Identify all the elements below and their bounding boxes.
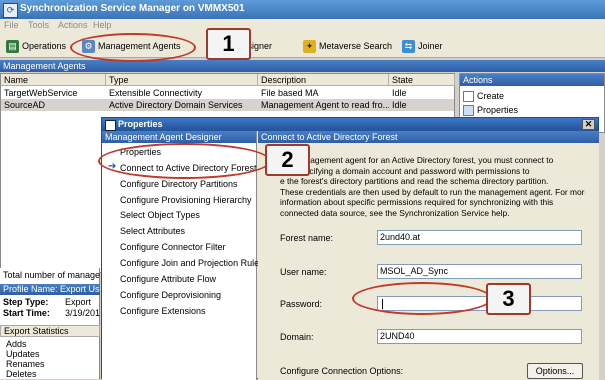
dialog-icon <box>105 120 116 131</box>
callout-ellipse-connect-forest <box>98 143 271 179</box>
domain-label: Domain: <box>280 332 314 342</box>
nav-item-directory-partitions[interactable]: Configure Directory Partitions <box>120 178 238 190</box>
nav-header: Management Agent Designer <box>102 131 256 143</box>
create-icon <box>463 91 474 102</box>
step-type-value: Export <box>65 297 92 307</box>
properties-icon <box>463 105 474 116</box>
action-create[interactable]: Create <box>463 90 504 102</box>
start-time-value: 3/19/201 <box>65 308 100 318</box>
nav-item-object-types[interactable]: Select Object Types <box>120 209 200 221</box>
menu-file[interactable]: File <box>4 20 19 30</box>
nav-item-deprovisioning[interactable]: Configure Deprovisioning <box>120 289 221 301</box>
dialog-title: Properties <box>118 119 163 129</box>
nav-item-extensions[interactable]: Configure Extensions <box>120 305 206 317</box>
domain-input[interactable]: 2UND40 <box>377 329 582 344</box>
dialog-title-bar: Properties <box>102 118 598 131</box>
run-details-pane: Total number of managem Profile Name: Ex… <box>0 268 100 379</box>
col-description[interactable]: Description <box>258 74 389 86</box>
nav-item-connector-filter[interactable]: Configure Connector Filter <box>120 241 226 253</box>
nav-item-attributes[interactable]: Select Attributes <box>120 225 185 237</box>
total-label: Total number of managem <box>3 270 100 280</box>
password-label: Password: <box>280 299 323 309</box>
user-name-label: User name: <box>280 267 327 277</box>
menu-tools[interactable]: Tools <box>28 20 49 30</box>
callout-number-3: 3 <box>486 283 531 315</box>
metaverse-search-button[interactable]: ✦ Metaverse Search <box>303 38 392 54</box>
joiner-icon: ⇆ <box>402 40 415 54</box>
forest-name-label: Forest name: <box>280 233 334 243</box>
start-time-label: Start Time: <box>3 308 50 318</box>
col-state[interactable]: State <box>389 74 455 86</box>
window-title: Synchronization Service Manager on VMMX5… <box>20 3 245 14</box>
options-button[interactable]: Options... <box>527 363 583 379</box>
stat-updates: Updates <box>6 349 40 359</box>
menu-bar: File Tools Actions Help <box>0 19 605 33</box>
metaverse-search-icon: ✦ <box>303 40 316 54</box>
col-type[interactable]: Type <box>106 74 258 86</box>
nav-item-attribute-flow[interactable]: Configure Attribute Flow <box>120 273 216 285</box>
callout-number-2: 2 <box>265 144 310 176</box>
stat-deletes: Deletes <box>6 369 37 379</box>
callout-ellipse-management-agents <box>70 33 196 62</box>
callout-ellipse-password <box>352 282 492 315</box>
joiner-button[interactable]: ⇆ Joiner <box>402 38 443 54</box>
profile-name: Profile Name: Export User <box>0 284 100 295</box>
user-name-input[interactable]: MSOL_AD_Sync <box>377 264 582 279</box>
close-button[interactable]: ✕ <box>582 119 595 130</box>
menu-actions[interactable]: Actions <box>58 20 88 30</box>
content-header: Connect to Active Directory Forest <box>258 131 599 143</box>
title-bar: ⟳ Synchronization Service Manager on VMM… <box>0 0 605 19</box>
nav-item-provisioning-hierarchy[interactable]: Configure Provisioning Hierarchy <box>120 194 252 206</box>
section-header: Management Agents <box>0 60 605 72</box>
connection-options-label: Configure Connection Options: <box>280 366 404 376</box>
operations-button[interactable]: ▤ Operations <box>6 38 66 54</box>
stat-renames: Renames <box>6 359 45 369</box>
menu-help[interactable]: Help <box>93 20 112 30</box>
export-statistics-header: Export Statistics <box>0 325 100 337</box>
action-properties[interactable]: Properties <box>463 104 518 116</box>
callout-number-1: 1 <box>206 28 251 60</box>
table-row[interactable]: SourceAD Active Directory Domain Service… <box>1 99 454 111</box>
col-name[interactable]: Name <box>1 74 106 86</box>
operations-icon: ▤ <box>6 40 19 54</box>
close-icon: ✕ <box>584 119 593 129</box>
step-type-label: Step Type: <box>3 297 49 307</box>
stat-adds: Adds <box>6 339 27 349</box>
nav-item-join-projection[interactable]: Configure Join and Projection Rules <box>120 257 264 269</box>
sync-app-icon: ⟳ <box>3 3 18 18</box>
connection-description: e a management agent for an Active Direc… <box>280 155 585 218</box>
forest-name-input[interactable]: 2und40.at <box>377 230 582 245</box>
actions-header: Actions <box>460 74 604 86</box>
